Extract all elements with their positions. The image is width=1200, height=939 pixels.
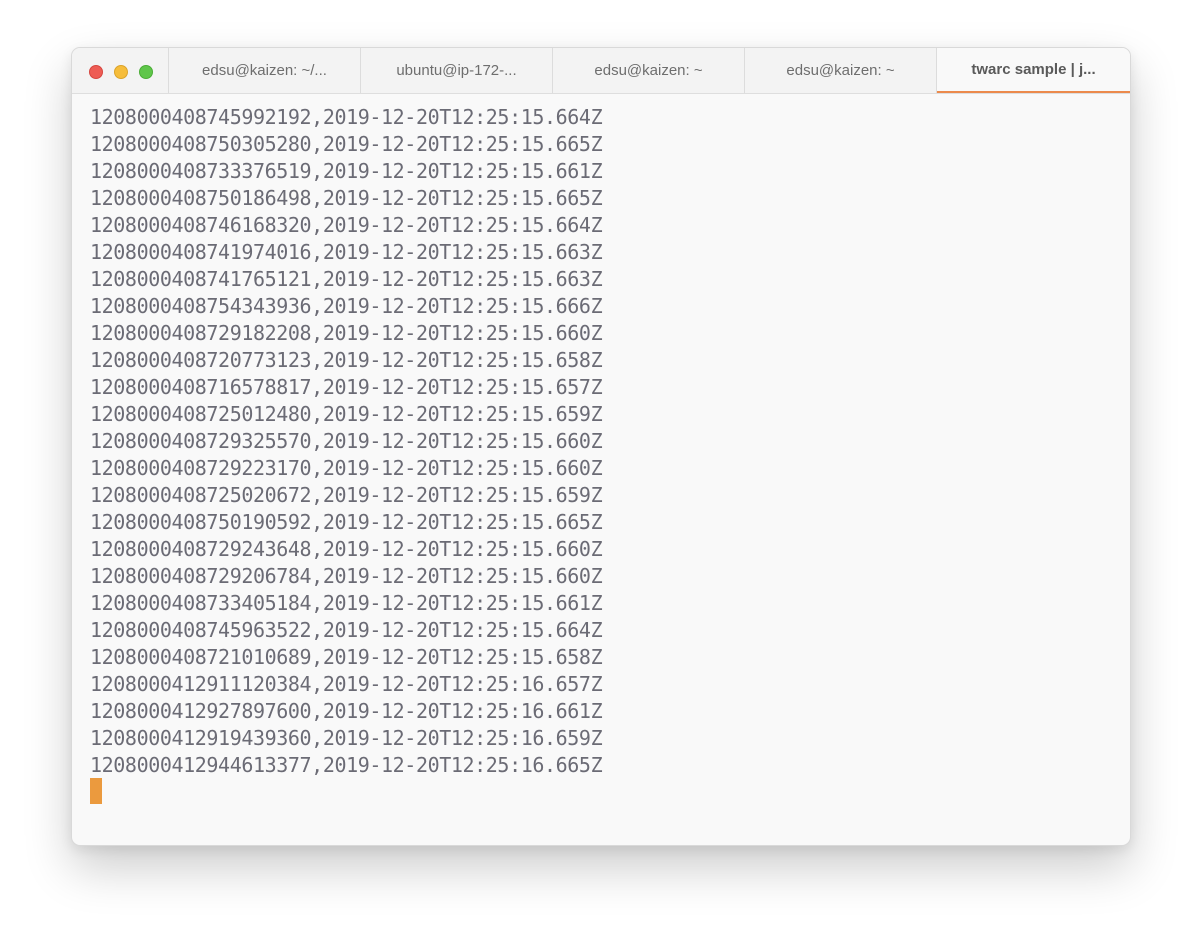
tab-edsu-kaizen-home-1[interactable]: edsu@kaizen: ~ — [553, 48, 745, 93]
terminal-line: 1208000408745992192,2019-12-20T12:25:15.… — [90, 105, 603, 129]
terminal-line: 1208000412919439360,2019-12-20T12:25:16.… — [90, 726, 603, 750]
tab-edsu-kaizen-dir[interactable]: edsu@kaizen: ~/... — [169, 48, 361, 93]
title-bar: edsu@kaizen: ~/... ubuntu@ip-172-... eds… — [72, 48, 1130, 94]
terminal-line: 1208000408750190592,2019-12-20T12:25:15.… — [90, 510, 603, 534]
terminal-line: 1208000408750186498,2019-12-20T12:25:15.… — [90, 186, 603, 210]
terminal-line: 1208000408729243648,2019-12-20T12:25:15.… — [90, 537, 603, 561]
tab-label: edsu@kaizen: ~ — [786, 62, 895, 79]
close-window-button[interactable] — [89, 65, 103, 79]
terminal-line: 1208000408754343936,2019-12-20T12:25:15.… — [90, 294, 603, 318]
terminal-line: 1208000408733376519,2019-12-20T12:25:15.… — [90, 159, 603, 183]
terminal-line: 1208000412944613377,2019-12-20T12:25:16.… — [90, 753, 603, 777]
tab-label: twarc sample | j... — [971, 61, 1096, 78]
maximize-window-button[interactable] — [139, 65, 153, 79]
terminal-line: 1208000412927897600,2019-12-20T12:25:16.… — [90, 699, 603, 723]
terminal-output[interactable]: 1208000408745992192,2019-12-20T12:25:15.… — [90, 104, 603, 779]
terminal-line: 1208000408745963522,2019-12-20T12:25:15.… — [90, 618, 603, 642]
terminal-line: 1208000408725020672,2019-12-20T12:25:15.… — [90, 483, 603, 507]
terminal-line: 1208000408729182208,2019-12-20T12:25:15.… — [90, 321, 603, 345]
tab-edsu-kaizen-home-2[interactable]: edsu@kaizen: ~ — [745, 48, 937, 93]
terminal-line: 1208000408729206784,2019-12-20T12:25:15.… — [90, 564, 603, 588]
terminal-line: 1208000408741765121,2019-12-20T12:25:15.… — [90, 267, 603, 291]
terminal-line: 1208000408733405184,2019-12-20T12:25:15.… — [90, 591, 603, 615]
terminal-line: 1208000408725012480,2019-12-20T12:25:15.… — [90, 402, 603, 426]
tab-label: ubuntu@ip-172-... — [396, 62, 517, 79]
window-controls — [72, 48, 169, 93]
terminal-line: 1208000408750305280,2019-12-20T12:25:15.… — [90, 132, 603, 156]
terminal-line: 1208000408729325570,2019-12-20T12:25:15.… — [90, 429, 603, 453]
terminal-line: 1208000408721010689,2019-12-20T12:25:15.… — [90, 645, 603, 669]
terminal-line: 1208000408729223170,2019-12-20T12:25:15.… — [90, 456, 603, 480]
tab-ubuntu-ip[interactable]: ubuntu@ip-172-... — [361, 48, 553, 93]
terminal-line: 1208000408746168320,2019-12-20T12:25:15.… — [90, 213, 603, 237]
terminal-line: 1208000408720773123,2019-12-20T12:25:15.… — [90, 348, 603, 372]
terminal-line: 1208000408741974016,2019-12-20T12:25:15.… — [90, 240, 603, 264]
terminal-window: edsu@kaizen: ~/... ubuntu@ip-172-... eds… — [71, 47, 1131, 846]
terminal-line: 1208000408716578817,2019-12-20T12:25:15.… — [90, 375, 603, 399]
tab-label: edsu@kaizen: ~ — [594, 62, 703, 79]
minimize-window-button[interactable] — [114, 65, 128, 79]
tab-label: edsu@kaizen: ~/... — [202, 62, 327, 79]
terminal-line: 1208000412911120384,2019-12-20T12:25:16.… — [90, 672, 603, 696]
tab-twarc-sample[interactable]: twarc sample | j... — [937, 48, 1130, 93]
terminal-cursor — [90, 778, 102, 804]
